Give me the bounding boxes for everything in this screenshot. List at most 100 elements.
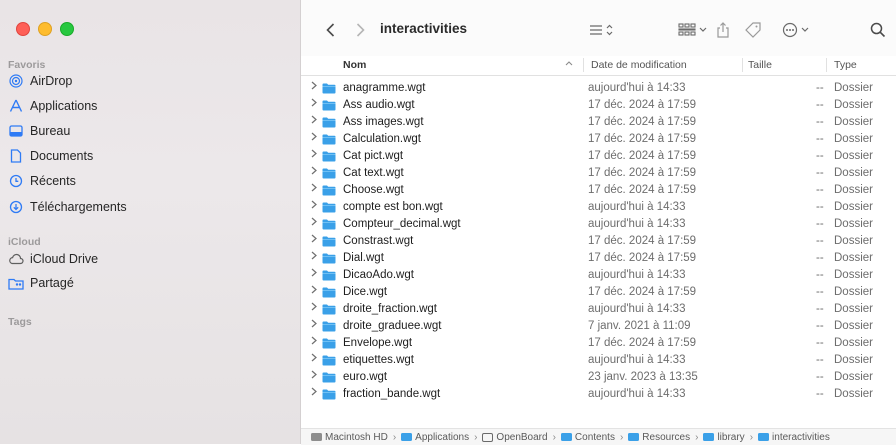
chevron-left-icon (325, 23, 334, 37)
group-by-button[interactable] (678, 20, 708, 40)
table-row[interactable]: Compteur_decimal.wgt aujourd'hui à 14:33 -… (301, 216, 896, 233)
sidebar-item-icloud-drive[interactable]: iCloud Drive (8, 248, 98, 270)
disclosure-chevron-icon[interactable] (311, 251, 317, 263)
disclosure-chevron-icon[interactable] (311, 336, 317, 348)
file-type: Dossier (834, 133, 873, 145)
disclosure-chevron-icon[interactable] (311, 166, 317, 178)
table-row[interactable]: euro.wgt 23 janv. 2023 à 13:35 -- Dossier (301, 369, 896, 386)
sidebar-item-telechargements[interactable]: Téléchargements (8, 196, 127, 218)
sidebar-item-label: Applications (30, 99, 98, 113)
path-crumb[interactable]: OpenBoard (482, 432, 548, 443)
chevron-right-icon: › (749, 431, 754, 443)
file-name: Dial.wgt (343, 252, 384, 264)
disclosure-chevron-icon[interactable] (311, 370, 317, 382)
folder-icon (322, 389, 336, 400)
sidebar-item-airdrop[interactable]: AirDrop (8, 70, 72, 92)
column-size-header[interactable]: Taille (748, 59, 772, 71)
path-crumb[interactable]: Resources (628, 432, 690, 443)
file-size: -- (816, 218, 824, 230)
close-window-button[interactable] (16, 22, 30, 36)
tag-button[interactable] (743, 20, 763, 40)
file-type: Dossier (834, 303, 873, 315)
disclosure-chevron-icon[interactable] (311, 98, 317, 110)
folder-icon (322, 287, 336, 298)
sidebar: Favoris AirDrop Applications Bureau Docu… (0, 0, 301, 444)
column-date-header[interactable]: Date de modification (591, 59, 687, 71)
forward-button[interactable] (353, 20, 367, 40)
table-row[interactable]: Dice.wgt 17 déc. 2024 à 17:59 -- Dossier (301, 284, 896, 301)
view-options-button[interactable] (589, 20, 615, 40)
file-type: Dossier (834, 235, 873, 247)
disclosure-chevron-icon[interactable] (311, 217, 317, 229)
path-crumb[interactable]: library (703, 432, 745, 443)
toolbar: interactivities (301, 0, 896, 58)
sidebar-item-applications[interactable]: Applications (8, 95, 97, 117)
more-actions-button[interactable] (782, 20, 814, 40)
path-crumb-label: Macintosh HD (325, 431, 388, 443)
file-date: 17 déc. 2024 à 17:59 (588, 150, 697, 162)
sidebar-item-bureau[interactable]: Bureau (8, 120, 70, 142)
table-row[interactable]: Cat text.wgt 17 déc. 2024 à 17:59 -- Dossie… (301, 165, 896, 182)
zoom-window-button[interactable] (60, 22, 74, 36)
file-name: Choose.wgt (343, 184, 404, 196)
disclosure-chevron-icon[interactable] (311, 387, 317, 399)
disclosure-chevron-icon[interactable] (311, 268, 317, 280)
minimize-window-button[interactable] (38, 22, 52, 36)
file-size: -- (816, 116, 824, 128)
file-size: -- (816, 133, 824, 145)
disclosure-chevron-icon[interactable] (311, 200, 317, 212)
path-crumb[interactable]: Contents (560, 432, 615, 443)
path-crumb[interactable]: interactivities (758, 432, 830, 443)
disclosure-chevron-icon[interactable] (311, 183, 317, 195)
sidebar-item-recents[interactable]: Récents (8, 170, 76, 192)
table-row[interactable]: Choose.wgt 17 déc. 2024 à 17:59 -- Dossier (301, 182, 896, 199)
disclosure-chevron-icon[interactable] (311, 115, 317, 127)
table-row[interactable]: Cat pict.wgt 17 déc. 2024 à 17:59 -- Dossie… (301, 148, 896, 165)
sidebar-item-documents[interactable]: Documents (8, 145, 93, 167)
path-crumb-label: Applications (415, 431, 470, 443)
table-row[interactable]: droite_fraction.wgt aujourd'hui à 14:33 --… (301, 301, 896, 318)
file-date: 17 déc. 2024 à 17:59 (588, 184, 697, 196)
sidebar-item-label: Téléchargements (30, 200, 127, 214)
table-row[interactable]: anagramme.wgt aujourd'hui à 14:33 -- Dossie… (301, 80, 896, 97)
disclosure-chevron-icon[interactable] (311, 285, 317, 297)
share-button[interactable] (715, 20, 731, 40)
back-button[interactable] (323, 20, 337, 40)
file-name: droite_fraction.wgt (343, 303, 437, 315)
table-row[interactable]: Constrast.wgt 17 déc. 2024 à 17:59 -- Dossi… (301, 233, 896, 250)
column-type-header[interactable]: Type (834, 59, 857, 71)
file-date: 23 janv. 2023 à 13:35 (588, 371, 698, 383)
file-name: Ass images.wgt (343, 116, 424, 128)
table-row[interactable]: Envelope.wgt 17 déc. 2024 à 17:59 -- Dossie… (301, 335, 896, 352)
table-row[interactable]: DicaoAdo.wgt aujourd'hui à 14:33 -- Dossier (301, 267, 896, 284)
table-row[interactable]: compte est bon.wgt aujourd'hui à 14:33 -- D… (301, 199, 896, 216)
disclosure-chevron-icon[interactable] (311, 81, 317, 93)
table-row[interactable]: etiquettes.wgt aujourd'hui à 14:33 -- Dossi… (301, 352, 896, 369)
column-divider (742, 58, 743, 72)
path-crumb[interactable]: Applications (401, 432, 469, 443)
disclosure-chevron-icon[interactable] (311, 132, 317, 144)
chevron-right-icon (356, 23, 365, 37)
table-row[interactable]: Ass audio.wgt 17 déc. 2024 à 17:59 -- Dossi… (301, 97, 896, 114)
disclosure-chevron-icon[interactable] (311, 319, 317, 331)
folder-icon (322, 372, 336, 383)
table-row[interactable]: fraction_bande.wgt aujourd'hui à 14:33 -- D… (301, 386, 896, 403)
file-name: anagramme.wgt (343, 82, 426, 94)
file-size: -- (816, 371, 824, 383)
table-row[interactable]: droite_graduee.wgt 7 janv. 2021 à 11:09 --… (301, 318, 896, 335)
share-icon (717, 22, 729, 38)
table-row[interactable]: Calculation.wgt 17 déc. 2024 à 17:59 -- Dos… (301, 131, 896, 148)
search-button[interactable] (869, 20, 887, 40)
disclosure-chevron-icon[interactable] (311, 353, 317, 365)
table-row[interactable]: Dial.wgt 17 déc. 2024 à 17:59 -- Dossier (301, 250, 896, 267)
folder-icon (322, 202, 336, 213)
file-name: Envelope.wgt (343, 337, 413, 349)
sidebar-item-partage[interactable]: Partagé (8, 272, 74, 294)
column-name-header[interactable]: Nom (343, 59, 366, 71)
disclosure-chevron-icon[interactable] (311, 234, 317, 246)
table-row[interactable]: Ass images.wgt 17 déc. 2024 à 17:59 -- Doss… (301, 114, 896, 131)
disclosure-chevron-icon[interactable] (311, 302, 317, 314)
disclosure-chevron-icon[interactable] (311, 149, 317, 161)
path-bar: Macintosh HD › Applications › OpenBoard › Cont… (301, 428, 896, 445)
path-crumb[interactable]: Macintosh HD (311, 432, 388, 443)
